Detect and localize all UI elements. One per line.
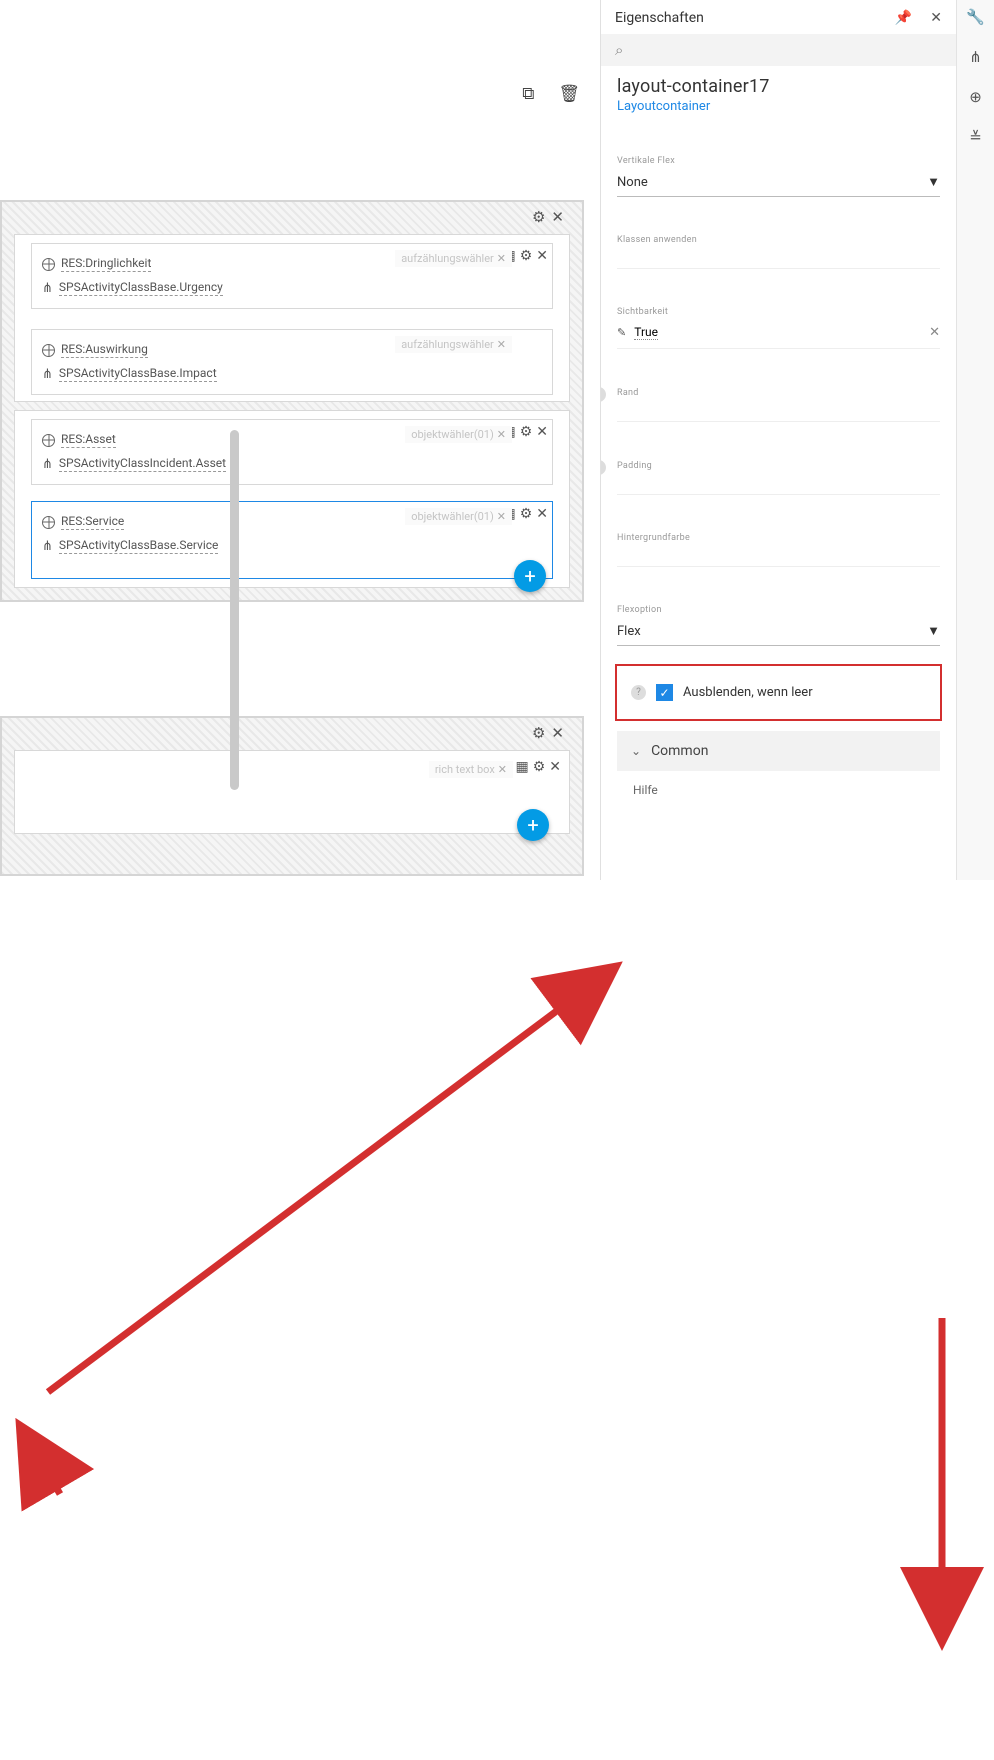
tree-icon: ⋔ — [42, 281, 53, 296]
close-icon[interactable]: ✕ — [930, 10, 942, 26]
wrench-icon[interactable]: 🔧 — [966, 8, 985, 26]
gear-icon[interactable]: ⚙ — [520, 424, 533, 440]
hide-when-empty-label: Ausblenden, wenn leer — [683, 685, 813, 700]
help-icon[interactable]: ? — [601, 460, 606, 475]
border-input[interactable] — [617, 402, 940, 422]
layout-container-1[interactable]: ⚙ ✕ ▦ ⚙ ✕ aufzählungswähler✕ RES:Dringli… — [0, 200, 584, 602]
inner-container-3[interactable]: ▦ ⚙ ✕ rich text box✕ + — [14, 750, 570, 834]
container-actions: ⚙ ✕ — [532, 724, 564, 742]
border-label: Rand — [617, 388, 940, 398]
globe-icon — [42, 516, 55, 529]
flexoption-label: Flexoption — [617, 605, 940, 615]
right-rail: 🔧 ⋔ ⊕ ≚ — [956, 0, 994, 880]
container-actions: ⚙ ✕ — [532, 208, 564, 226]
chevron-down-icon: ▼ — [927, 174, 940, 190]
visibility-label: Sichtbarkeit — [617, 307, 940, 317]
field-binding: SPSActivityClassIncident.Asset — [59, 456, 226, 472]
field-card-asset[interactable]: ▦ ⚙ ✕ objektwähler(01)✕ RES:Asset ⋔SPSAc… — [31, 419, 553, 485]
field-binding: SPSActivityClassBase.Service — [59, 538, 219, 554]
field-card-urgency[interactable]: ▦ ⚙ ✕ aufzählungswähler✕ RES:Dringlichke… — [31, 243, 553, 309]
field-type-tag: aufzählungswähler✕ — [395, 250, 512, 267]
field-card-service[interactable]: ▦ ⚙ ✕ objektwähler(01)✕ RES:Service ⋔SPS… — [31, 501, 553, 579]
highlighted-region: ? ✓ Ausblenden, wenn leer — [615, 664, 942, 721]
padding-label: Padding — [617, 461, 940, 471]
field-type-tag: aufzählungswähler✕ — [395, 336, 512, 353]
tree-icon: ⋔ — [42, 539, 53, 554]
field-type-tag: objektwähler(01)✕ — [405, 426, 512, 443]
delete-icon[interactable]: 🗑 — [558, 84, 580, 104]
chevron-down-icon: ▼ — [927, 623, 940, 639]
add-button[interactable]: + — [517, 809, 549, 841]
help-label: Hilfe — [617, 771, 940, 809]
apply-classes-label: Klassen anwenden — [617, 235, 940, 245]
tree-icon: ⋔ — [42, 457, 53, 472]
vertical-flex-select[interactable]: None ▼ — [617, 170, 940, 197]
field-res-label: RES:Dringlichkeit — [61, 256, 151, 272]
chevron-down-icon: ⌄ — [631, 744, 641, 758]
section-common[interactable]: ⌄ Common — [617, 731, 940, 771]
gear-icon[interactable]: ⚙ — [520, 248, 533, 264]
field-type-tag: rich text box✕ — [429, 761, 513, 778]
panel-title: Eigenschaften — [615, 10, 704, 26]
layout-container-2[interactable]: ⚙ ✕ ▦ ⚙ ✕ rich text box✕ + — [0, 716, 584, 876]
tree-icon[interactable]: ⋔ — [969, 48, 982, 66]
field-binding: SPSActivityClassBase.Impact — [59, 366, 217, 382]
globe-icon — [42, 434, 55, 447]
field-res-label: RES:Service — [61, 514, 124, 530]
close-icon[interactable]: ✕ — [551, 208, 564, 226]
selected-element-type[interactable]: Layoutcontainer — [617, 99, 940, 114]
hide-when-empty-checkbox[interactable]: ✓ — [656, 684, 673, 701]
help-icon[interactable]: ? — [631, 685, 646, 700]
inner-container-1[interactable]: ▦ ⚙ ✕ aufzählungswähler✕ RES:Dringlichke… — [14, 234, 570, 402]
globe-icon[interactable]: ⊕ — [969, 88, 982, 106]
vertical-flex-label: Vertikale Flex — [617, 156, 940, 166]
apply-classes-input[interactable] — [617, 249, 940, 269]
gear-icon[interactable]: ⚙ — [533, 759, 546, 775]
layout-icon[interactable]: ▦ — [515, 759, 528, 775]
close-icon[interactable]: ✕ — [536, 248, 548, 264]
flexoption-select[interactable]: Flex ▼ — [617, 619, 940, 646]
tree-icon: ⋔ — [42, 367, 53, 382]
field-res-label: RES:Asset — [61, 432, 116, 448]
clear-icon[interactable]: ✕ — [929, 325, 940, 340]
field-type-tag: objektwähler(01)✕ — [405, 508, 512, 525]
inner-container-2[interactable]: ▦ ⚙ ✕ objektwähler(01)✕ RES:Asset ⋔SPSAc… — [14, 410, 570, 588]
annotation-arrows — [0, 880, 994, 1760]
close-icon[interactable]: ✕ — [536, 424, 548, 440]
sliders-icon[interactable]: ≚ — [969, 128, 982, 146]
visibility-value[interactable]: ✎ True ✕ — [617, 321, 940, 349]
panel-search[interactable]: ⌕ — [601, 34, 956, 66]
gear-icon[interactable]: ⚙ — [532, 208, 545, 226]
properties-panel: Eigenschaften 📌 ✕ ⌕ layout-container17 L… — [600, 0, 956, 880]
close-icon[interactable]: ✕ — [536, 506, 548, 522]
selected-element-name: layout-container17 — [617, 76, 940, 97]
globe-icon — [42, 344, 55, 357]
duplicate-icon[interactable]: ⧉ — [522, 84, 534, 104]
field-card-impact[interactable]: aufzählungswähler✕ RES:Auswirkung ⋔ SPSAc… — [31, 329, 553, 395]
globe-icon — [42, 258, 55, 271]
canvas-toolbar: ⧉ 🗑 — [510, 78, 592, 110]
field-res-label: RES:Auswirkung — [61, 342, 148, 358]
pencil-icon: ✎ — [617, 326, 626, 339]
bgcolor-input[interactable] — [617, 547, 940, 567]
bgcolor-label: Hintergrundfarbe — [617, 533, 940, 543]
gear-icon[interactable]: ⚙ — [532, 724, 545, 742]
gear-icon[interactable]: ⚙ — [520, 506, 533, 522]
scrollbar-thumb[interactable] — [230, 430, 239, 790]
add-button[interactable]: + — [514, 560, 546, 592]
close-icon[interactable]: ✕ — [549, 759, 561, 775]
pin-icon[interactable]: 📌 — [895, 10, 912, 26]
padding-input[interactable] — [617, 475, 940, 495]
close-icon[interactable]: ✕ — [551, 724, 564, 742]
field-binding: SPSActivityClassBase.Urgency — [59, 280, 223, 296]
help-icon[interactable]: ? — [601, 387, 606, 402]
design-canvas: ⧉ 🗑 ⚙ ✕ ▦ ⚙ ✕ aufzä — [0, 0, 600, 880]
